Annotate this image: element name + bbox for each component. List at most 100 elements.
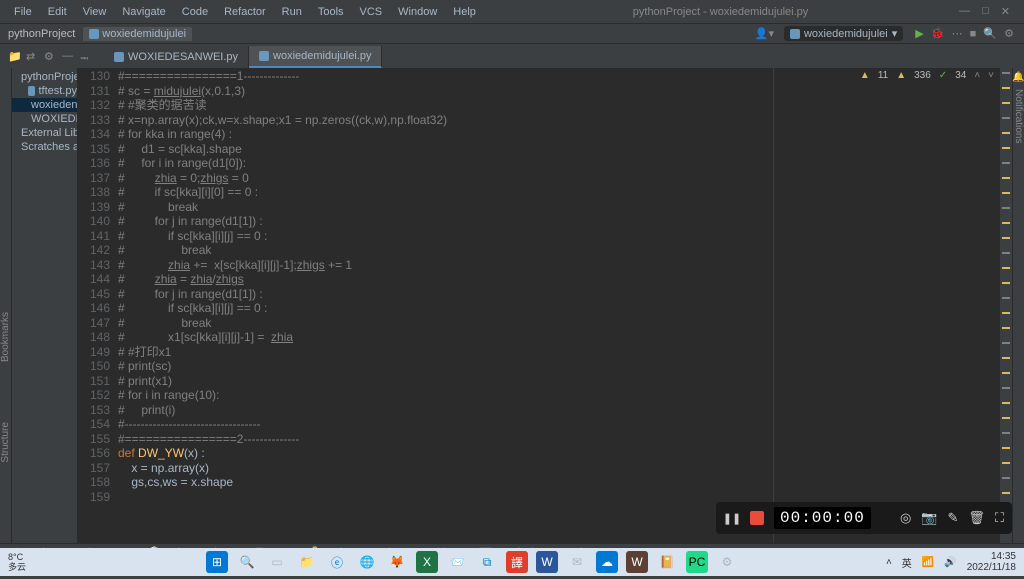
tree-node[interactable]: WOXIEDE: [12, 112, 77, 126]
pen-icon[interactable]: ✎: [947, 510, 958, 526]
code-area[interactable]: #================1--------------# sc = m…: [118, 68, 1000, 543]
taskbar-app[interactable]: X: [416, 551, 438, 573]
run-config-selector[interactable]: woxiedemidujulei ▾: [784, 26, 903, 41]
chevron-down-icon: ▾: [892, 27, 898, 40]
window-title: pythonProject - woxiedemidujulei.py: [482, 6, 959, 18]
main-menu: FileEditViewNavigate CodeRefactorRunTools…: [8, 4, 482, 20]
stop-record-button[interactable]: [750, 511, 764, 525]
title-bar: FileEditViewNavigate CodeRefactorRunTools…: [0, 0, 1024, 24]
right-tool-strip: 🔔 Notifications: [1012, 68, 1024, 543]
warning-icon: ▲: [860, 70, 870, 81]
notifications-icon[interactable]: 🔔: [1012, 72, 1024, 83]
menu-refactor[interactable]: Refactor: [218, 4, 272, 20]
project-tree[interactable]: pythonProjetftest.pywoxiedenWOXIEDEExter…: [12, 68, 78, 543]
maximize-icon[interactable]: □: [982, 5, 989, 18]
menu-tools[interactable]: Tools: [312, 4, 350, 20]
start-button[interactable]: ⊞: [206, 551, 228, 573]
python-icon: [790, 29, 800, 39]
menu-run[interactable]: Run: [276, 4, 308, 20]
task-view-icon[interactable]: ▭: [266, 551, 288, 573]
window-controls: — □ ✕: [959, 5, 1016, 18]
minimize-icon[interactable]: —: [959, 5, 970, 18]
menu-view[interactable]: View: [77, 4, 113, 20]
editor-tab[interactable]: WOXIEDESANWEI.py: [104, 46, 249, 68]
taskbar-app[interactable]: 譯: [506, 551, 528, 573]
user-icon[interactable]: 👤▾: [755, 27, 774, 40]
word-icon[interactable]: W: [536, 551, 558, 573]
windows-taskbar[interactable]: 8°C 多云 ⊞ 🔍 ▭ 📁 ⓔ 🌐 🦊 X 📨 ⧉ 譯 W ✉ ☁ W 📔 P…: [0, 548, 1024, 576]
search-button[interactable]: 🔍: [236, 551, 258, 573]
code-editor[interactable]: 130 131 132 133 134 135 136 137 138 139 …: [78, 68, 1012, 543]
collapse-icon[interactable]: —: [62, 50, 74, 62]
target-icon[interactable]: ◎: [900, 510, 911, 526]
screen-recorder-bar[interactable]: ❚❚ 00:00:00 ◎ 📷 ✎ 🗑 ⛶: [716, 502, 1012, 534]
mail-icon[interactable]: ✉: [566, 551, 588, 573]
stop-button[interactable]: ■: [970, 28, 977, 40]
explorer-icon[interactable]: 📁: [296, 551, 318, 573]
chrome-icon[interactable]: 🌐: [356, 551, 378, 573]
check-icon: ✓: [939, 70, 947, 81]
gear-icon[interactable]: ⚙: [44, 50, 56, 62]
gutter: 130 131 132 133 134 135 136 137 138 139 …: [78, 68, 118, 543]
inspection-widget[interactable]: ▲11 ▲336 ✓34 ˄ ˅: [860, 70, 994, 81]
edge-icon[interactable]: ⓔ: [326, 551, 348, 573]
taskbar-app[interactable]: ☁: [596, 551, 618, 573]
taskbar-app[interactable]: 📔: [656, 551, 678, 573]
search-icon[interactable]: 🔍: [983, 28, 997, 40]
wifi-icon[interactable]: 📶: [922, 557, 934, 568]
camera-icon[interactable]: 📷: [921, 510, 937, 526]
bookmarks-tool[interactable]: Bookmarks: [0, 312, 11, 362]
project-icon[interactable]: 📁: [8, 50, 20, 62]
menu-vcs[interactable]: VCS: [354, 4, 389, 20]
gear-icon[interactable]: ⚙: [1004, 28, 1014, 40]
vscode-icon[interactable]: ⧉: [476, 551, 498, 573]
more-run-icon[interactable]: ⋯: [952, 28, 963, 40]
notifications-tool[interactable]: Notifications: [1013, 89, 1024, 143]
error-stripe[interactable]: [1000, 68, 1012, 543]
file-icon: [28, 86, 35, 96]
breadcrumb-project[interactable]: pythonProject: [8, 28, 75, 40]
python-icon: [89, 29, 99, 39]
tree-node[interactable]: Scratches an: [12, 140, 77, 154]
editor-tab[interactable]: woxiedemidujulei.py: [249, 46, 382, 68]
debug-button[interactable]: 🐞: [931, 28, 945, 40]
tray-chevron-icon[interactable]: ˄: [886, 557, 892, 568]
breadcrumb-file[interactable]: woxiedemidujulei: [83, 27, 192, 41]
trash-icon[interactable]: 🗑: [968, 510, 985, 526]
taskbar-app[interactable]: 📨: [446, 551, 468, 573]
select-opened-icon[interactable]: ⇄: [26, 50, 38, 62]
tree-node[interactable]: pythonProje: [12, 70, 77, 84]
system-tray[interactable]: ˄ 英 📶 🔊 14:35 2022/11/18: [886, 551, 1016, 573]
taskbar-app[interactable]: W: [626, 551, 648, 573]
taskbar-app[interactable]: ⚙: [716, 551, 738, 573]
pause-button[interactable]: ❚❚: [724, 510, 740, 526]
close-icon[interactable]: ✕: [1001, 5, 1010, 18]
menu-help[interactable]: Help: [447, 4, 482, 20]
left-tool-strip: Bookmarks Structure: [0, 68, 12, 543]
weather-widget[interactable]: 8°C 多云: [8, 552, 26, 572]
tree-node[interactable]: External Libr: [12, 126, 77, 140]
nav-bar: pythonProject woxiedemidujulei 👤▾ woxied…: [0, 24, 1024, 44]
tree-node[interactable]: tftest.py: [12, 84, 77, 98]
chevron-up-icon[interactable]: ˄: [974, 70, 980, 81]
record-timer: 00:00:00: [774, 507, 871, 529]
menu-window[interactable]: Window: [392, 4, 443, 20]
chevron-down-icon[interactable]: ˅: [988, 70, 994, 81]
taskbar-apps: ⊞ 🔍 ▭ 📁 ⓔ 🌐 🦊 X 📨 ⧉ 譯 W ✉ ☁ W 📔 PC ⚙: [206, 551, 738, 573]
editor-tab-bar: 📁 ⇄ ⚙ — ⭲ WOXIEDESANWEI.pywoxiedemidujul…: [0, 44, 1024, 68]
menu-code[interactable]: Code: [176, 4, 214, 20]
menu-edit[interactable]: Edit: [42, 4, 73, 20]
run-button[interactable]: ▶: [915, 28, 923, 40]
firefox-icon[interactable]: 🦊: [386, 551, 408, 573]
hide-icon[interactable]: ⭲: [80, 50, 92, 62]
menu-file[interactable]: File: [8, 4, 38, 20]
clock[interactable]: 14:35 2022/11/18: [967, 551, 1016, 573]
expand-icon[interactable]: ⛶: [995, 510, 1004, 526]
tree-node[interactable]: woxieden: [12, 98, 77, 112]
volume-icon[interactable]: 🔊: [944, 557, 956, 568]
pycharm-icon[interactable]: PC: [686, 551, 708, 573]
structure-tool[interactable]: Structure: [0, 422, 11, 463]
ime-icon[interactable]: 英: [902, 555, 912, 570]
menu-navigate[interactable]: Navigate: [116, 4, 171, 20]
python-icon: [114, 52, 124, 62]
